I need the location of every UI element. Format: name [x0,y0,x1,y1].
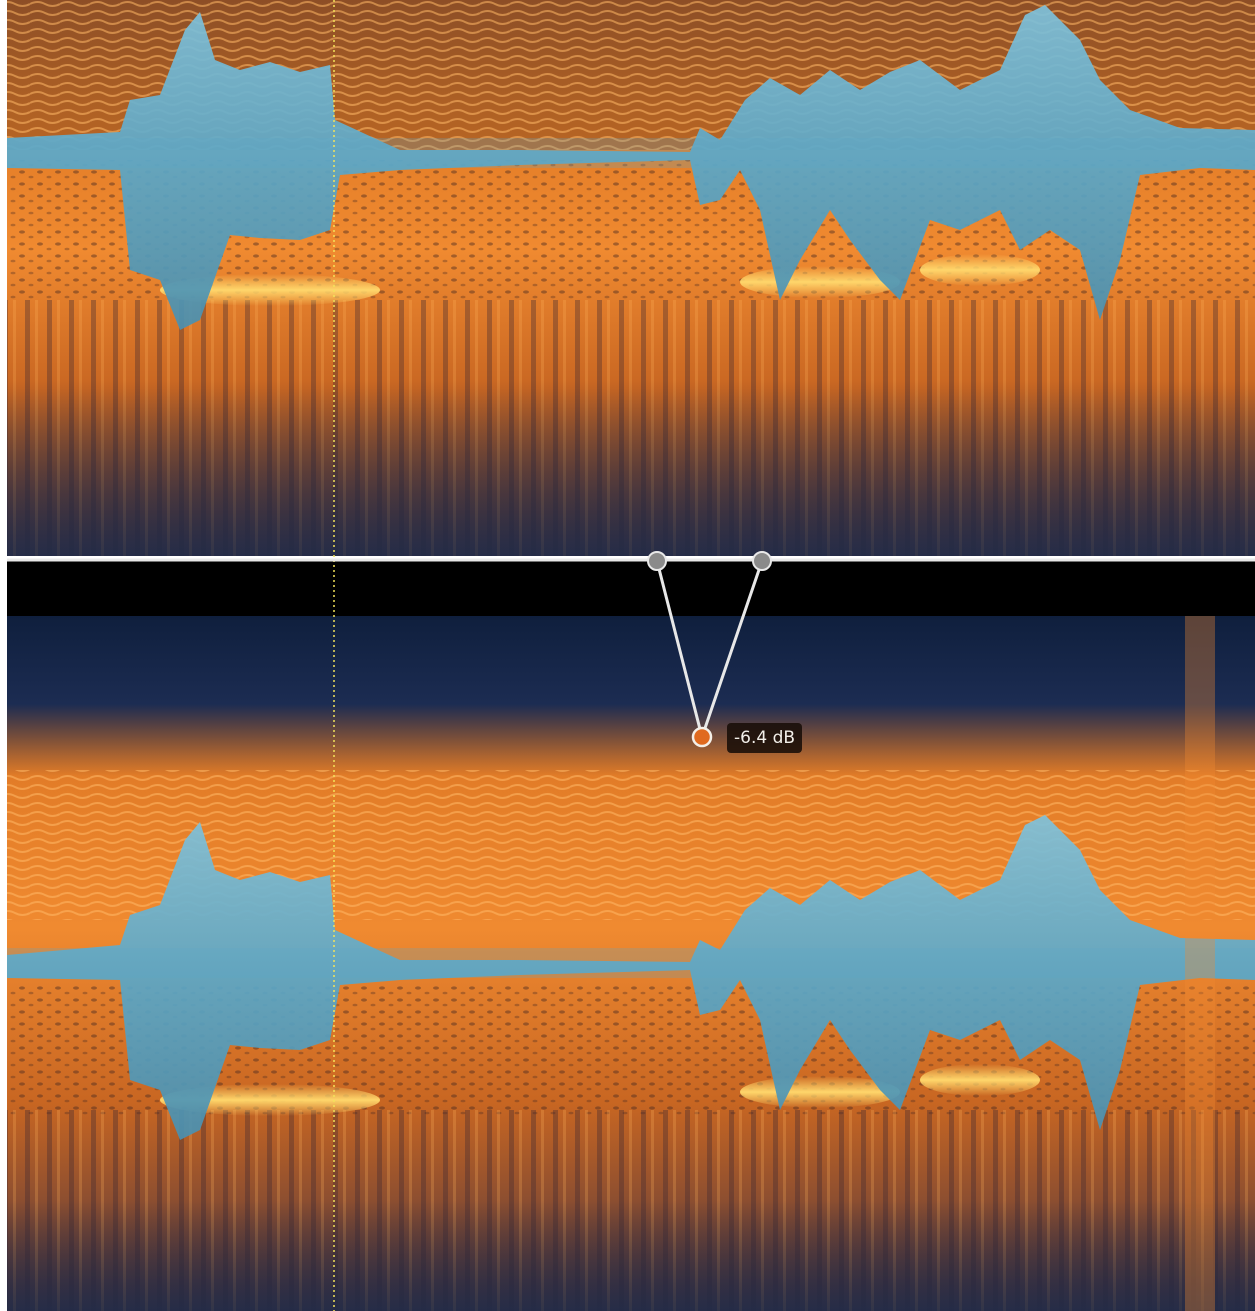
lower-channel-spectrogram[interactable] [7,616,1255,1311]
spectrogram-canvas[interactable] [0,0,1255,1311]
channel-divider [7,560,1255,616]
envelope-node-left[interactable] [647,551,667,571]
spectrogram-editor[interactable]: -6.4 dB [0,0,1255,1311]
upper-channel-spectrogram[interactable] [7,0,1255,556]
envelope-node-right[interactable] [752,551,772,571]
left-margin [0,0,7,1311]
envelope-node-active[interactable] [691,726,713,748]
gain-readout-label: -6.4 dB [727,723,803,753]
